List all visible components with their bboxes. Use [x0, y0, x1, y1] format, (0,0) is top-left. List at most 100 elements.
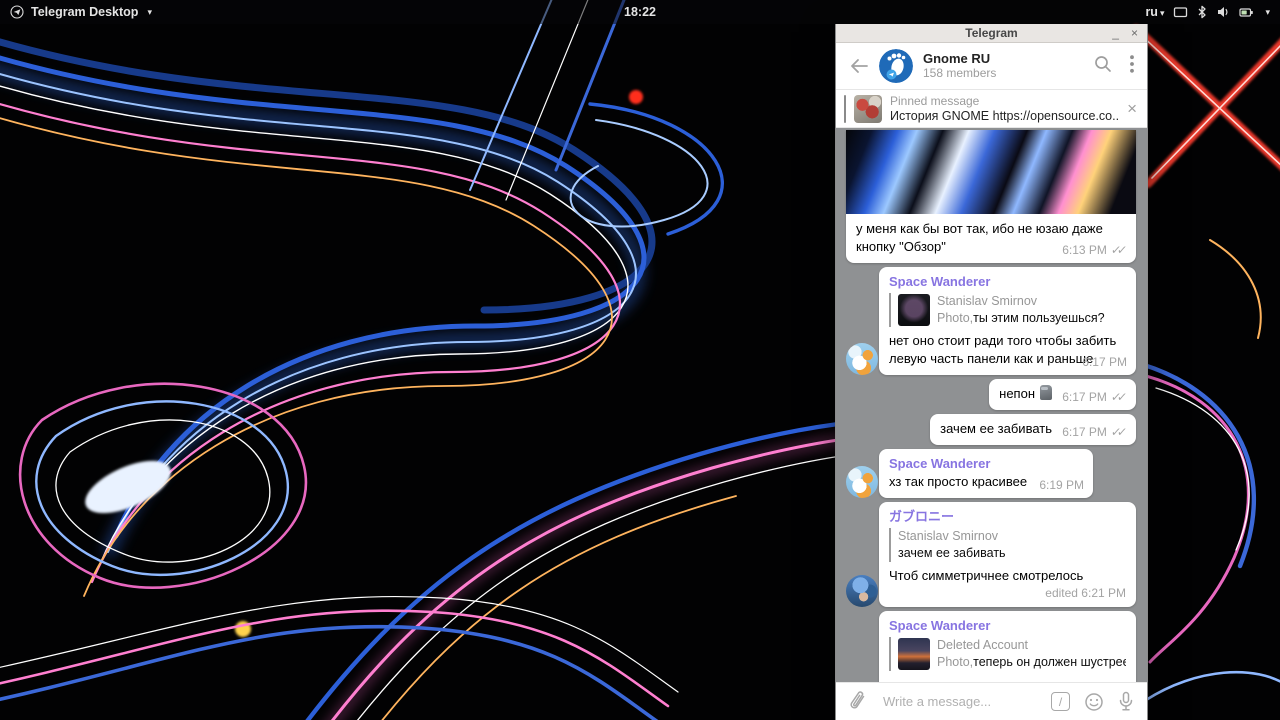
pinned-label: Pinned message	[889, 93, 980, 108]
minimize-button[interactable]: _	[1112, 26, 1119, 40]
reply-text: теперь он должен шустрее ...	[973, 655, 1126, 669]
reply-media-prefix: Photo,	[937, 655, 974, 669]
message-bubble[interactable]: ガブロニー Stanislav Smirnov зачем ее забивать Ч…	[879, 502, 1136, 607]
telegram-tray-icon	[10, 5, 24, 19]
smiley-icon	[1085, 692, 1103, 711]
reply-text: зачем ее забивать	[898, 546, 1006, 560]
composer: /	[836, 682, 1147, 720]
message-author[interactable]: Space Wanderer	[889, 455, 1083, 472]
pinned-accent-bar	[844, 94, 846, 123]
reply-author: Deleted Account	[937, 638, 1029, 652]
user-avatar[interactable]	[846, 343, 878, 375]
app-menu-label: Telegram Desktop	[31, 5, 139, 19]
reply-texts: Stanislav Smirnov Photo,ты этим пользуешь…	[937, 293, 1105, 327]
search-button[interactable]	[1094, 55, 1112, 78]
message-time: edited 6:21 PM	[1045, 586, 1126, 600]
emoji-button[interactable]	[1084, 692, 1104, 712]
bluetooth-icon[interactable]	[1197, 5, 1207, 19]
message-row: зачем ее забивать 6:17 PM ✓✓	[846, 414, 1136, 445]
chat-header: Gnome RU 158 members	[836, 43, 1147, 90]
clock[interactable]: 18:22	[624, 5, 656, 19]
reply-text-line: зачем ее забивать	[898, 545, 1006, 562]
user-avatar[interactable]	[846, 575, 878, 607]
pinned-close-button[interactable]: ×	[1127, 100, 1137, 117]
pinned-text: История GNOME https://opensource.co...	[889, 108, 1120, 123]
battery-icon[interactable]	[1239, 6, 1254, 19]
message-bubble[interactable]: непон 6:17 PM ✓✓	[989, 379, 1136, 410]
reply-text: ты этим пользуешься?	[973, 311, 1105, 325]
reply-texts: Deleted Account Photo,теперь он должен шу…	[937, 637, 1126, 671]
pinned-message-bar[interactable]: Pinned message История GNOME https://ope…	[836, 90, 1147, 128]
desktop: Telegram Desktop ▾ 18:22 ru▾ ▾ Telegram	[0, 0, 1280, 720]
message-bubble[interactable]: зачем ее забивать 6:17 PM ✓✓	[930, 414, 1136, 445]
pinned-thumbnail	[853, 94, 882, 123]
message-meta: 6:17 PM ✓✓	[1062, 390, 1127, 404]
message-row: непон 6:17 PM ✓✓	[846, 379, 1136, 410]
volume-icon[interactable]	[1216, 5, 1230, 19]
menu-button[interactable]	[1130, 54, 1134, 78]
message-row: Space Wanderer Deleted Account Photo,тепер…	[846, 611, 1136, 682]
kebab-menu-icon	[1130, 54, 1134, 73]
reply-media-prefix: Photo,	[937, 311, 974, 325]
read-checkmarks-icon: ✓✓	[1109, 425, 1124, 439]
chat-avatar[interactable]	[879, 49, 913, 83]
message-time: 6:19 PM	[1039, 478, 1085, 492]
message-author[interactable]: Space Wanderer	[889, 617, 1126, 634]
app-menu[interactable]: Telegram Desktop ▾	[0, 5, 152, 19]
reply-author: Stanislav Smirnov	[898, 529, 999, 543]
close-button[interactable]: ×	[1131, 26, 1138, 40]
keyboard-layout-indicator[interactable]: ru ▾	[1145, 5, 1164, 19]
chat-subtitle: 158 members	[923, 66, 997, 80]
top-bar: Telegram Desktop ▾ 18:22 ru ▾ ▾	[0, 0, 1280, 24]
message-row: у меня как бы вот так, ибо не юзаю даже …	[846, 130, 1136, 263]
message-bubble[interactable]: Space Wanderer Stanislav Smirnov Photo,ты …	[879, 267, 1136, 375]
microphone-icon	[1119, 691, 1133, 711]
message-bubble[interactable]: Space Wanderer хз так просто красивее 6:19…	[879, 449, 1094, 498]
attach-button[interactable]	[849, 690, 869, 713]
message-meta: 6:19 PM	[1039, 478, 1084, 492]
message-text: у меня раньше стояла иногда там проще	[889, 676, 1126, 682]
display-icon[interactable]	[1173, 6, 1188, 19]
reply-quote[interactable]: Deleted Account Photo,теперь он должен шу…	[889, 637, 1126, 671]
chevron-down-icon[interactable]: ▾	[1265, 7, 1270, 18]
search-icon	[1095, 55, 1111, 72]
user-avatar[interactable]	[846, 466, 878, 498]
window-titlebar[interactable]: Telegram _ ×	[836, 24, 1147, 43]
message-meta: 6:17 PM ✓✓	[1062, 425, 1127, 439]
paperclip-icon	[850, 690, 865, 709]
message-list: у меня как бы вот так, ибо не юзаю даже …	[836, 128, 1147, 682]
message-time: 6:17 PM	[1062, 425, 1107, 439]
message-row: ガブロニー Stanislav Smirnov зачем ее забивать Ч…	[846, 502, 1136, 607]
message-row: Space Wanderer хз так просто красивее 6:19…	[846, 449, 1136, 498]
reply-thumbnail	[898, 638, 930, 670]
message-author[interactable]: Space Wanderer	[889, 273, 1126, 290]
reply-text-line: Photo,ты этим пользуешься?	[937, 310, 1105, 327]
message-time: 6:13 PM	[1062, 243, 1107, 257]
message-text: Чтоб симметричнее смотрелось	[889, 568, 1084, 583]
message-bubble[interactable]: у меня как бы вот так, ибо не юзаю даже …	[846, 130, 1136, 263]
back-button[interactable]	[849, 58, 869, 74]
moai-emoji	[1040, 385, 1052, 400]
system-tray: ru ▾ ▾	[1145, 5, 1280, 19]
read-checkmarks-icon: ✓✓	[1109, 390, 1124, 404]
message-photo[interactable]	[846, 130, 1136, 214]
message-bubble[interactable]: Space Wanderer Deleted Account Photo,тепер…	[879, 611, 1136, 682]
message-time: 6:17 PM	[1062, 390, 1107, 404]
window-title: Telegram	[965, 26, 1018, 40]
close-icon: ×	[1127, 99, 1137, 118]
chat-title: Gnome RU	[923, 51, 991, 66]
reply-quote[interactable]: Stanislav Smirnov зачем ее забивать	[889, 528, 1126, 562]
voice-message-button[interactable]	[1118, 691, 1134, 712]
chevron-down-icon: ▾	[1159, 8, 1165, 18]
telegram-window: Telegram _ × Gnome RU 158 members Pinned…	[835, 24, 1148, 720]
read-checkmarks-icon: ✓✓	[1109, 243, 1124, 257]
bot-command-button[interactable]: /	[1051, 692, 1070, 711]
message-author[interactable]: ガブロニー	[889, 508, 1126, 525]
message-row: Space Wanderer Stanislav Smirnov Photo,ты …	[846, 267, 1136, 375]
chevron-down-icon: ▾	[147, 6, 152, 17]
message-meta: edited 6:21 PM	[889, 586, 1126, 600]
reply-quote[interactable]: Stanislav Smirnov Photo,ты этим пользуешь…	[889, 293, 1126, 327]
reply-thumbnail	[898, 294, 930, 326]
message-input[interactable]	[883, 694, 1037, 709]
message-meta: 6:17 PM	[1082, 355, 1127, 369]
